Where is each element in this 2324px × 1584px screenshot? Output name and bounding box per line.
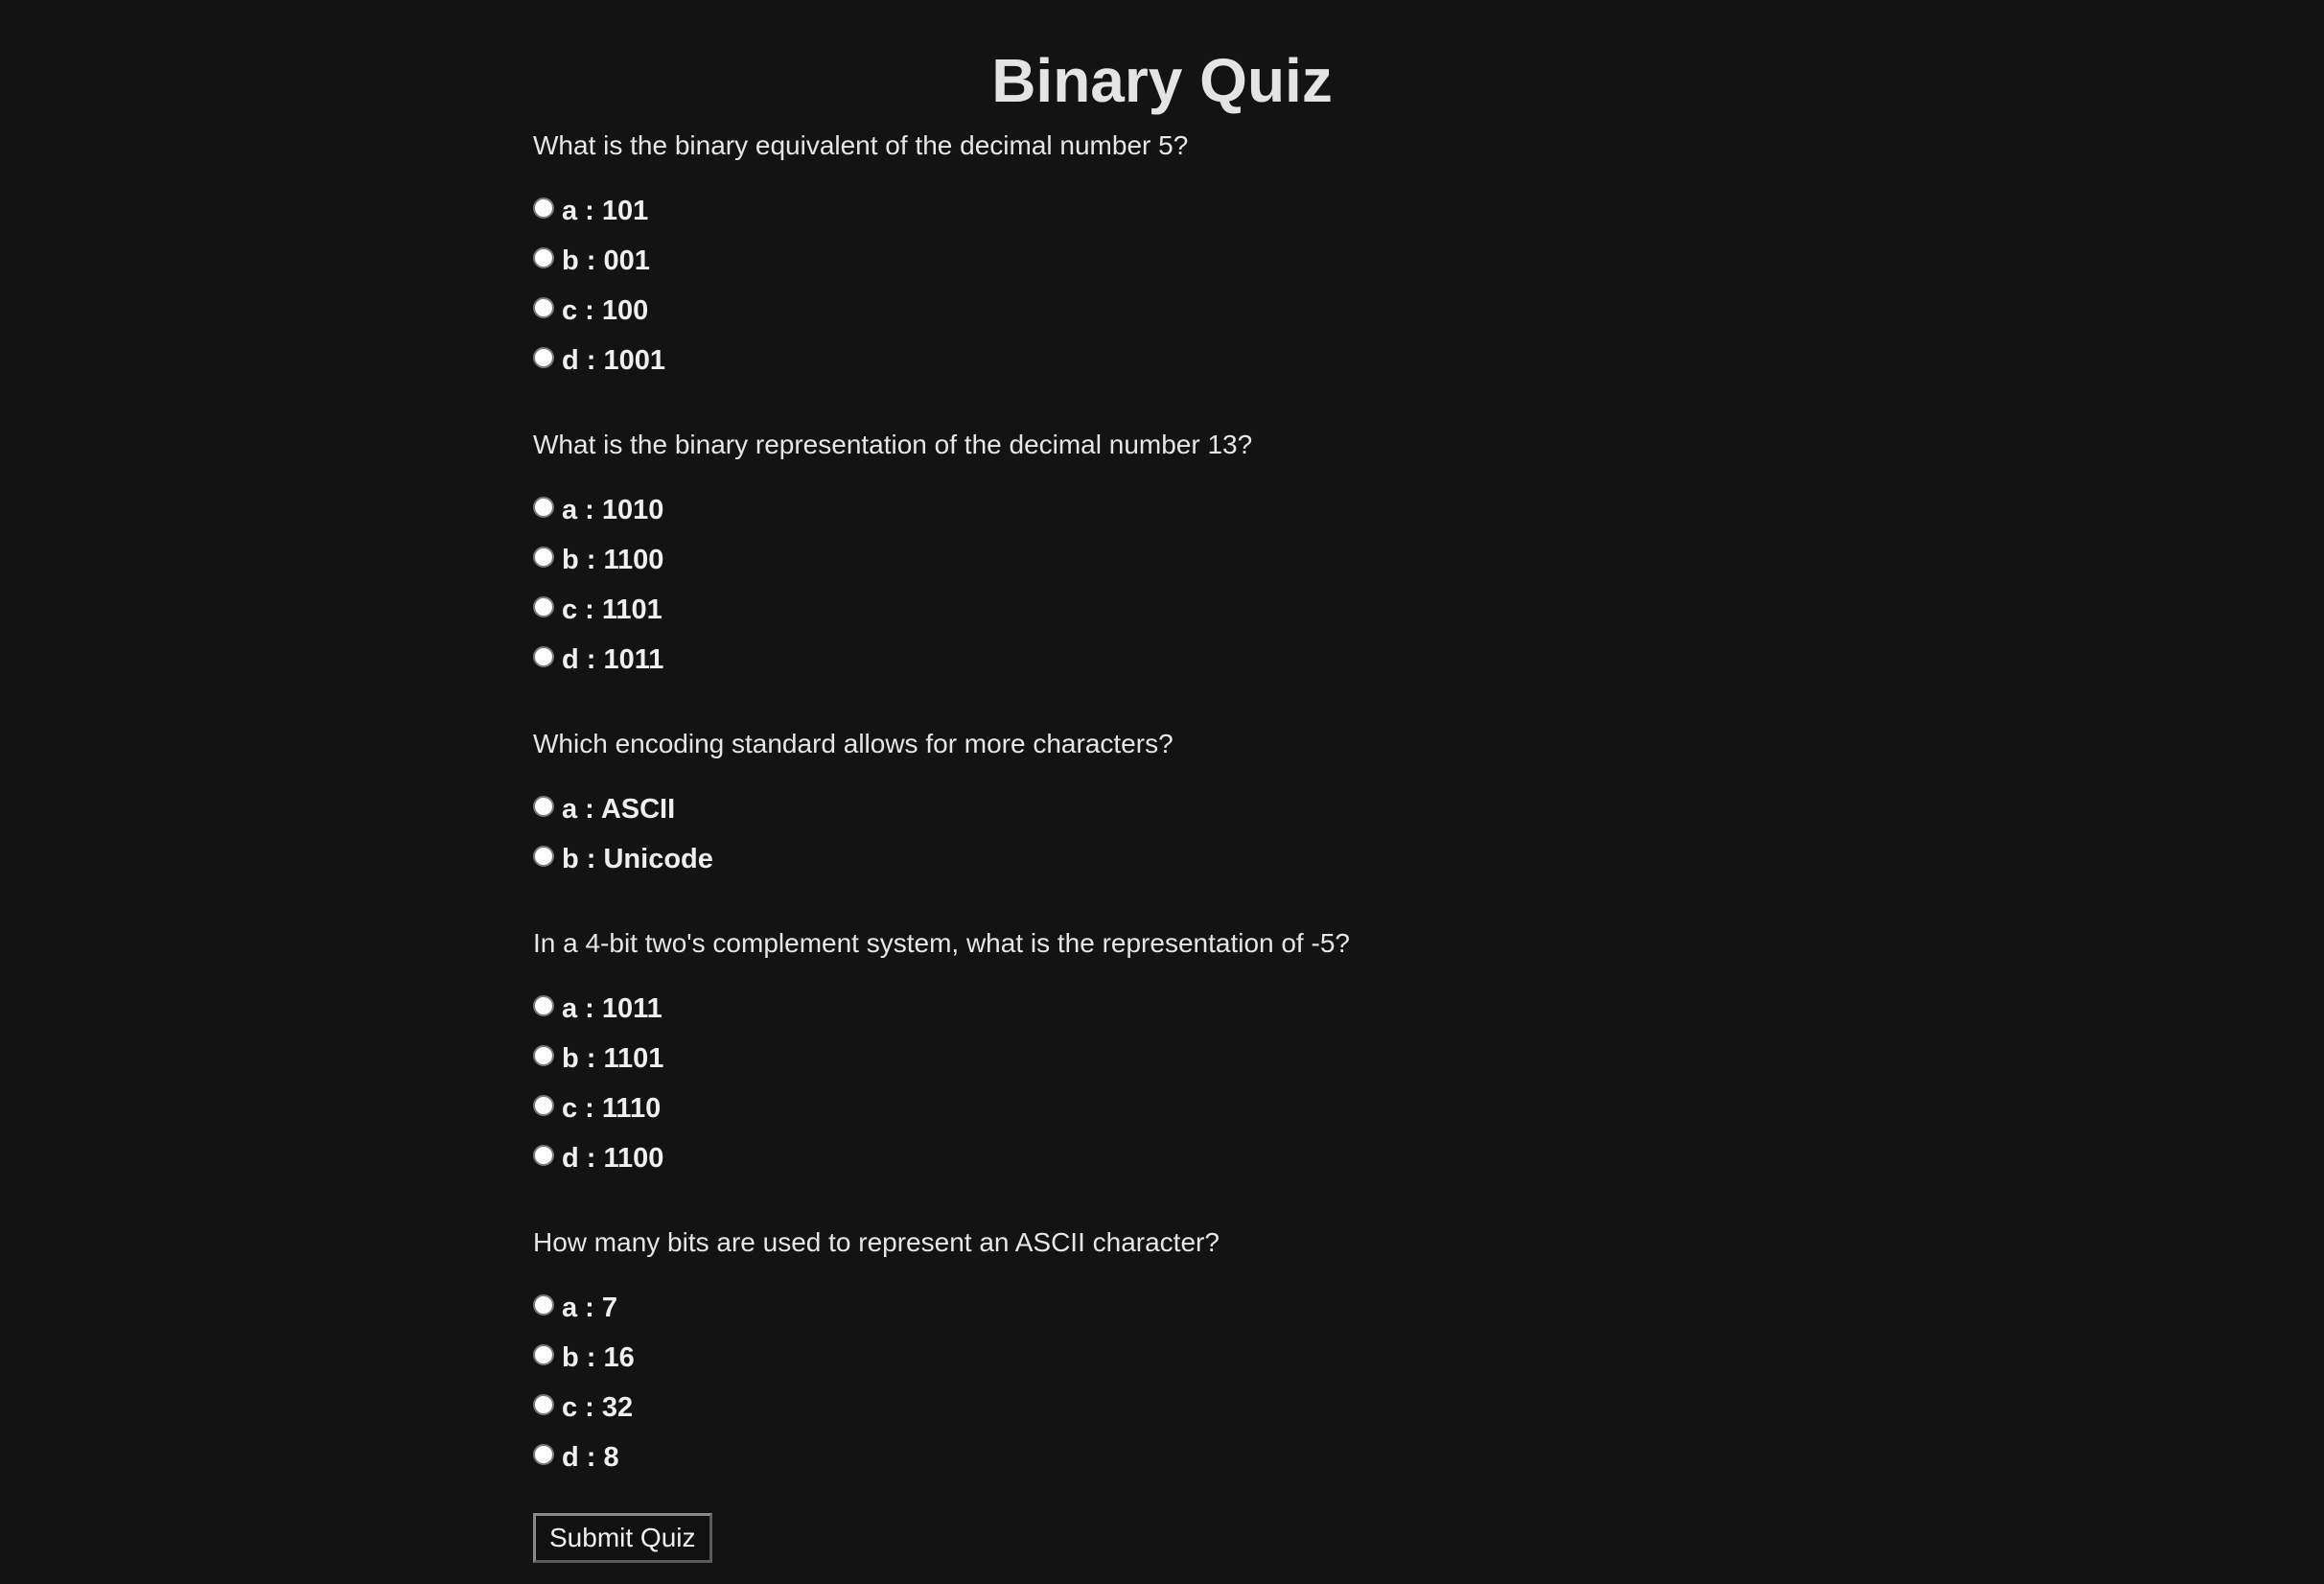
option-b[interactable]: b : 001 [533,236,1875,286]
option-c[interactable]: c : 100 [533,286,1875,336]
option-label: b : Unicode [562,844,713,874]
question-text: How many bits are used to represent an A… [533,1227,1220,1257]
quiz-form: What is the binary equivalent of the dec… [533,128,1875,1525]
radio-button[interactable] [533,1444,554,1465]
radio-button[interactable] [533,497,554,518]
option-a[interactable]: a : 101 [533,186,1875,236]
option-c[interactable]: c : 32 [533,1383,1875,1433]
option-label: a : 7 [562,1293,618,1323]
option-label: a : 101 [562,196,649,226]
radio-button[interactable] [533,846,554,867]
submit-quiz-button[interactable]: Submit Quiz [533,1513,712,1563]
option-label: d : 1001 [562,345,665,376]
option-label: d : 1100 [562,1143,664,1174]
option-a[interactable]: a : 7 [533,1283,1875,1333]
option-d[interactable]: d : 8 [533,1433,1875,1482]
radio-button[interactable] [533,1045,554,1066]
question-1: What is the binary equivalent of the dec… [533,128,1875,385]
option-label: c : 1110 [562,1093,662,1124]
question-3: Which encoding standard allows for more … [533,727,1875,884]
option-label: c : 100 [562,295,649,326]
option-d[interactable]: d : 1100 [533,1133,1875,1183]
radio-button[interactable] [533,1145,554,1166]
option-label: a : 1010 [562,495,664,525]
option-a[interactable]: a : ASCII [533,784,1875,834]
radio-button[interactable] [533,198,554,219]
question-2: What is the binary representation of the… [533,428,1875,685]
quiz-page: Binary Quiz What is the binary equivalen… [0,0,2324,1584]
radio-button[interactable] [533,1394,554,1415]
radio-button[interactable] [533,347,554,368]
question-text: Which encoding standard allows for more … [533,729,1174,758]
option-label: c : 32 [562,1392,634,1423]
option-d[interactable]: d : 1011 [533,635,1875,685]
option-b[interactable]: b : 16 [533,1333,1875,1383]
option-d[interactable]: d : 1001 [533,336,1875,385]
radio-button[interactable] [533,1294,554,1316]
option-label: b : 001 [562,245,650,276]
option-label: d : 1011 [562,644,664,675]
radio-button[interactable] [533,596,554,617]
option-b[interactable]: b : Unicode [533,834,1875,884]
option-label: b : 16 [562,1342,635,1373]
option-a[interactable]: a : 1010 [533,485,1875,535]
page-title: Binary Quiz [991,46,1333,115]
radio-button[interactable] [533,646,554,667]
option-a[interactable]: a : 1011 [533,984,1875,1034]
question-5: How many bits are used to represent an A… [533,1225,1875,1482]
question-4: In a 4-bit two's complement system, what… [533,926,1875,1183]
radio-button[interactable] [533,1095,554,1116]
radio-button[interactable] [533,995,554,1016]
question-text: What is the binary representation of the… [533,430,1253,459]
option-c[interactable]: c : 1101 [533,585,1875,635]
option-b[interactable]: b : 1101 [533,1034,1875,1083]
radio-button[interactable] [533,1344,554,1365]
option-label: b : 1100 [562,545,664,575]
option-label: b : 1101 [562,1043,664,1074]
option-c[interactable]: c : 1110 [533,1083,1875,1133]
option-b[interactable]: b : 1100 [533,535,1875,585]
radio-button[interactable] [533,297,554,318]
option-label: d : 8 [562,1442,619,1473]
option-label: c : 1101 [562,594,662,625]
option-label: a : 1011 [562,993,662,1024]
radio-button[interactable] [533,547,554,568]
radio-button[interactable] [533,796,554,817]
question-text: In a 4-bit two's complement system, what… [533,928,1350,958]
question-text: What is the binary equivalent of the dec… [533,130,1189,160]
option-label: a : ASCII [562,794,676,825]
radio-button[interactable] [533,247,554,268]
